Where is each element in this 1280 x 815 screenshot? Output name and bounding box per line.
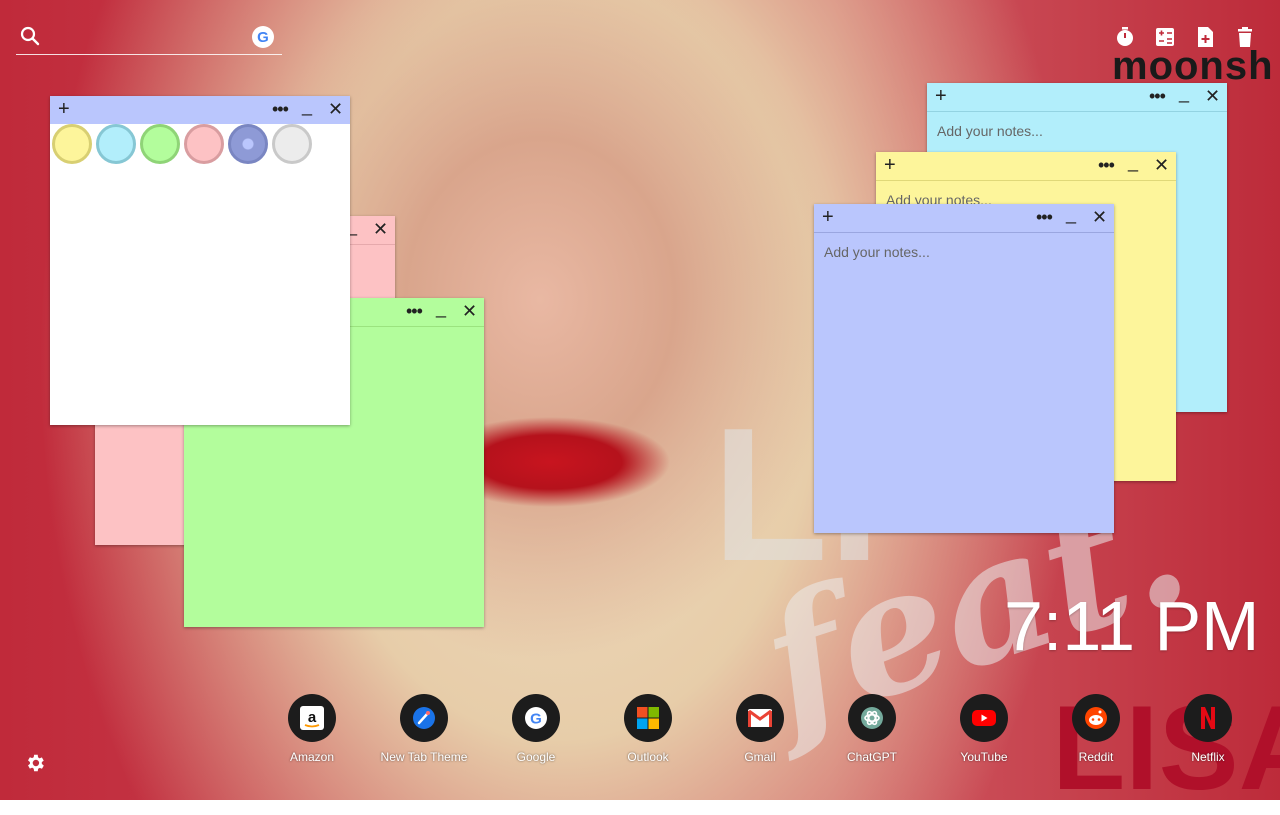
color-picker [50, 124, 312, 164]
more-options-button[interactable]: ••• [1036, 207, 1053, 228]
close-button[interactable]: ✕ [1154, 155, 1169, 176]
google-icon[interactable]: G [252, 26, 274, 48]
add-note-button[interactable]: + [822, 206, 834, 229]
swatch-green[interactable] [140, 124, 180, 164]
minimize-button[interactable]: _ [302, 96, 312, 117]
svg-text:G: G [530, 711, 542, 728]
close-button[interactable]: ✕ [1092, 207, 1107, 228]
minimize-button[interactable]: _ [1179, 83, 1189, 104]
shortcut-label: ChatGPT [846, 750, 897, 764]
google-icon[interactable]: G [512, 694, 560, 742]
minimize-button[interactable]: _ [1128, 152, 1138, 173]
outlook-icon[interactable] [624, 694, 672, 742]
shortcut-label: Google [516, 750, 556, 764]
shortcut-label: Reddit [1078, 750, 1114, 764]
shortcut-amazon[interactable]: a Amazon [264, 694, 360, 764]
shortcut-label: Outlook [627, 750, 669, 764]
note-textarea[interactable]: Add your notes... [937, 123, 1043, 139]
close-button[interactable]: ✕ [462, 301, 477, 322]
minimize-button[interactable]: _ [436, 298, 446, 319]
add-note-button[interactable]: + [884, 154, 896, 177]
swatch-cyan[interactable] [96, 124, 136, 164]
shortcut-label: Gmail [744, 750, 776, 764]
note-textarea[interactable]: Add your notes... [824, 244, 930, 260]
more-options-button[interactable]: ••• [406, 301, 423, 322]
close-button[interactable]: ✕ [328, 99, 343, 120]
minimize-button[interactable]: _ [1066, 204, 1076, 225]
shortcut-dock: a Amazon New Tab Theme G Google Outlook … [280, 694, 1240, 774]
search-bar[interactable] [16, 20, 282, 55]
close-button[interactable]: ✕ [373, 219, 388, 240]
youtube-icon[interactable] [960, 694, 1008, 742]
shortcut-youtube[interactable]: YouTube [936, 694, 1032, 764]
search-icon[interactable] [20, 26, 40, 51]
swatch-gray[interactable] [272, 124, 312, 164]
sticky-note-white[interactable]: + ••• _ ✕ [50, 96, 350, 425]
shortcut-google[interactable]: G Google [488, 694, 584, 764]
shortcut-label: Amazon [289, 750, 335, 764]
chatgpt-icon[interactable] [848, 694, 896, 742]
add-note-button[interactable]: + [935, 85, 947, 108]
clock: 7:11 PM [1004, 587, 1260, 665]
more-options-button[interactable]: ••• [1149, 86, 1166, 107]
note-titlebar[interactable]: + ••• _ ✕ [876, 152, 1176, 181]
swatch-blue-selected[interactable] [228, 124, 268, 164]
shortcut-reddit[interactable]: Reddit [1048, 694, 1144, 764]
swatch-yellow[interactable] [52, 124, 92, 164]
reddit-icon[interactable] [1072, 694, 1120, 742]
netflix-icon[interactable] [1184, 694, 1232, 742]
shortcut-netflix[interactable]: Netflix [1160, 694, 1256, 764]
shortcut-label: New Tab Theme [380, 750, 468, 764]
gear-icon[interactable] [24, 752, 46, 779]
gmail-icon[interactable] [736, 694, 784, 742]
svg-text:a: a [308, 709, 317, 726]
close-button[interactable]: ✕ [1205, 86, 1220, 107]
swatch-pink[interactable] [184, 124, 224, 164]
add-note-button[interactable]: + [58, 98, 70, 121]
more-options-button[interactable]: ••• [1098, 155, 1115, 176]
amazon-icon[interactable]: a [288, 694, 336, 742]
shortcut-label: Netflix [1191, 750, 1225, 764]
sticky-note-blue[interactable]: + ••• _ ✕ Add your notes... [814, 204, 1114, 533]
shortcut-new-tab-theme[interactable]: New Tab Theme [376, 694, 472, 764]
note-titlebar[interactable]: + ••• _ ✕ [50, 96, 350, 124]
shortcut-chatgpt[interactable]: ChatGPT [824, 694, 920, 764]
shortcut-gmail[interactable]: Gmail [712, 694, 808, 764]
note-titlebar[interactable]: + ••• _ ✕ [927, 83, 1227, 112]
more-options-button[interactable]: ••• [272, 99, 289, 120]
new-tab-theme-icon[interactable] [400, 694, 448, 742]
note-titlebar[interactable]: + ••• _ ✕ [814, 204, 1114, 233]
shortcut-outlook[interactable]: Outlook [600, 694, 696, 764]
shortcut-label: YouTube [960, 750, 1008, 764]
